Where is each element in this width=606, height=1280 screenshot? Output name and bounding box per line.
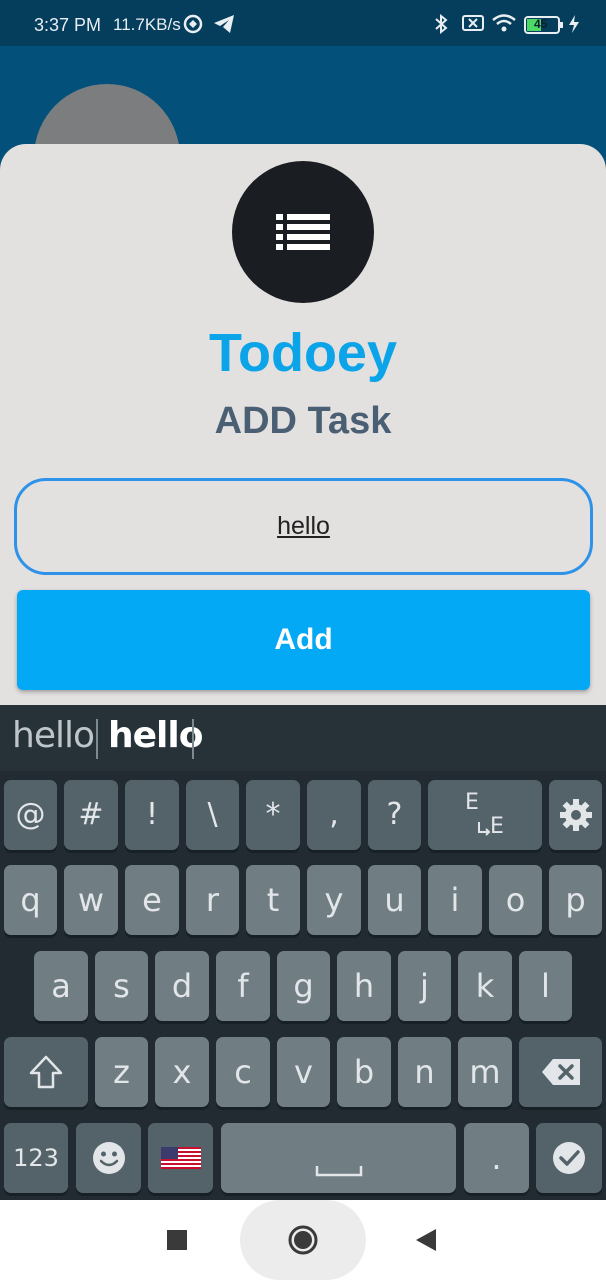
language-switch-key[interactable]: E E <box>428 780 542 850</box>
key-hash[interactable]: # <box>64 780 118 850</box>
task-input-value: hello <box>277 512 330 540</box>
language-key[interactable] <box>148 1123 213 1193</box>
backspace-key[interactable] <box>519 1037 602 1107</box>
app-title: Todoey <box>209 323 397 383</box>
key-backslash[interactable]: \ <box>186 780 239 850</box>
key-x[interactable]: x <box>155 1037 209 1107</box>
key-n[interactable]: n <box>398 1037 451 1107</box>
vpn-icon <box>183 14 203 39</box>
task-input[interactable]: hello <box>14 478 593 575</box>
period-key[interactable]: . <box>464 1123 529 1193</box>
key-e[interactable]: e <box>125 865 179 935</box>
key-q[interactable]: q <box>4 865 57 935</box>
sheet-subtitle: ADD Task <box>214 400 392 442</box>
key-c[interactable]: c <box>216 1037 270 1107</box>
wifi-icon <box>492 14 516 37</box>
settings-key[interactable] <box>549 780 602 850</box>
suggestion-bar: hello hello <box>0 705 606 771</box>
emoji-key[interactable] <box>76 1123 141 1193</box>
key-o[interactable]: o <box>489 865 542 935</box>
home-icon <box>288 1225 318 1255</box>
suggestion-item[interactable]: hello <box>108 715 203 756</box>
key-r[interactable]: r <box>186 865 239 935</box>
key-h[interactable]: h <box>337 951 391 1021</box>
home-button[interactable] <box>287 1224 319 1261</box>
key-comma[interactable]: , <box>307 780 361 850</box>
key-v[interactable]: v <box>277 1037 330 1107</box>
key-p[interactable]: p <box>549 865 602 935</box>
status-net-speed: 11.7KB/s <box>113 15 181 34</box>
key-k[interactable]: k <box>458 951 512 1021</box>
backspace-icon <box>541 1059 580 1085</box>
key-s[interactable]: s <box>95 951 148 1021</box>
key-j[interactable]: j <box>398 951 451 1021</box>
space-key[interactable] <box>221 1123 456 1193</box>
key-asterisk[interactable]: * <box>246 780 300 850</box>
done-key[interactable] <box>536 1123 602 1193</box>
keyboard: hello hello @ # ! \ * , ? E E q w e r t … <box>0 705 606 1200</box>
gear-icon <box>559 799 592 831</box>
key-exclamation[interactable]: ! <box>125 780 179 850</box>
key-question[interactable]: ? <box>368 780 421 850</box>
suggestion-divider <box>192 719 194 759</box>
battery-level: 45 <box>534 17 548 31</box>
recents-icon <box>167 1230 187 1250</box>
key-t[interactable]: t <box>246 865 300 935</box>
no-sim-icon <box>462 14 484 37</box>
suggestion-item[interactable]: hello <box>12 715 95 756</box>
app-logo <box>232 161 374 303</box>
add-task-sheet: Todoey ADD Task hello Add <box>0 144 606 706</box>
key-y[interactable]: y <box>307 865 361 935</box>
language-from: E <box>465 790 479 815</box>
key-a[interactable]: a <box>34 951 88 1021</box>
key-w[interactable]: w <box>64 865 118 935</box>
add-button[interactable]: Add <box>17 590 590 690</box>
space-bar-icon <box>315 1166 362 1177</box>
back-button[interactable] <box>416 1229 436 1256</box>
bluetooth-icon <box>434 13 448 39</box>
charging-icon <box>568 14 580 39</box>
suggestion-divider <box>96 719 98 759</box>
key-i[interactable]: i <box>428 865 482 935</box>
status-time: 3:37 PM <box>34 15 102 35</box>
us-flag-icon <box>160 1147 201 1169</box>
list-icon <box>276 214 330 250</box>
check-circle-icon <box>553 1142 585 1174</box>
status-bar: 3:37 PM 11.7KB/s 45 <box>0 0 606 46</box>
language-to: E <box>490 814 504 839</box>
key-b[interactable]: b <box>337 1037 391 1107</box>
navigation-bar <box>0 1200 606 1280</box>
back-icon <box>416 1229 436 1251</box>
numbers-key[interactable]: 123 <box>4 1123 68 1193</box>
key-d[interactable]: d <box>155 951 209 1021</box>
key-g[interactable]: g <box>277 951 330 1021</box>
shift-key[interactable] <box>4 1037 88 1107</box>
key-m[interactable]: m <box>458 1037 512 1107</box>
key-at[interactable]: @ <box>4 780 57 850</box>
key-z[interactable]: z <box>95 1037 148 1107</box>
emoji-icon <box>92 1142 125 1174</box>
key-f[interactable]: f <box>216 951 270 1021</box>
recents-button[interactable] <box>167 1230 187 1255</box>
key-u[interactable]: u <box>368 865 421 935</box>
telegram-icon <box>213 14 235 39</box>
shift-icon <box>29 1055 63 1089</box>
key-l[interactable]: l <box>519 951 572 1021</box>
